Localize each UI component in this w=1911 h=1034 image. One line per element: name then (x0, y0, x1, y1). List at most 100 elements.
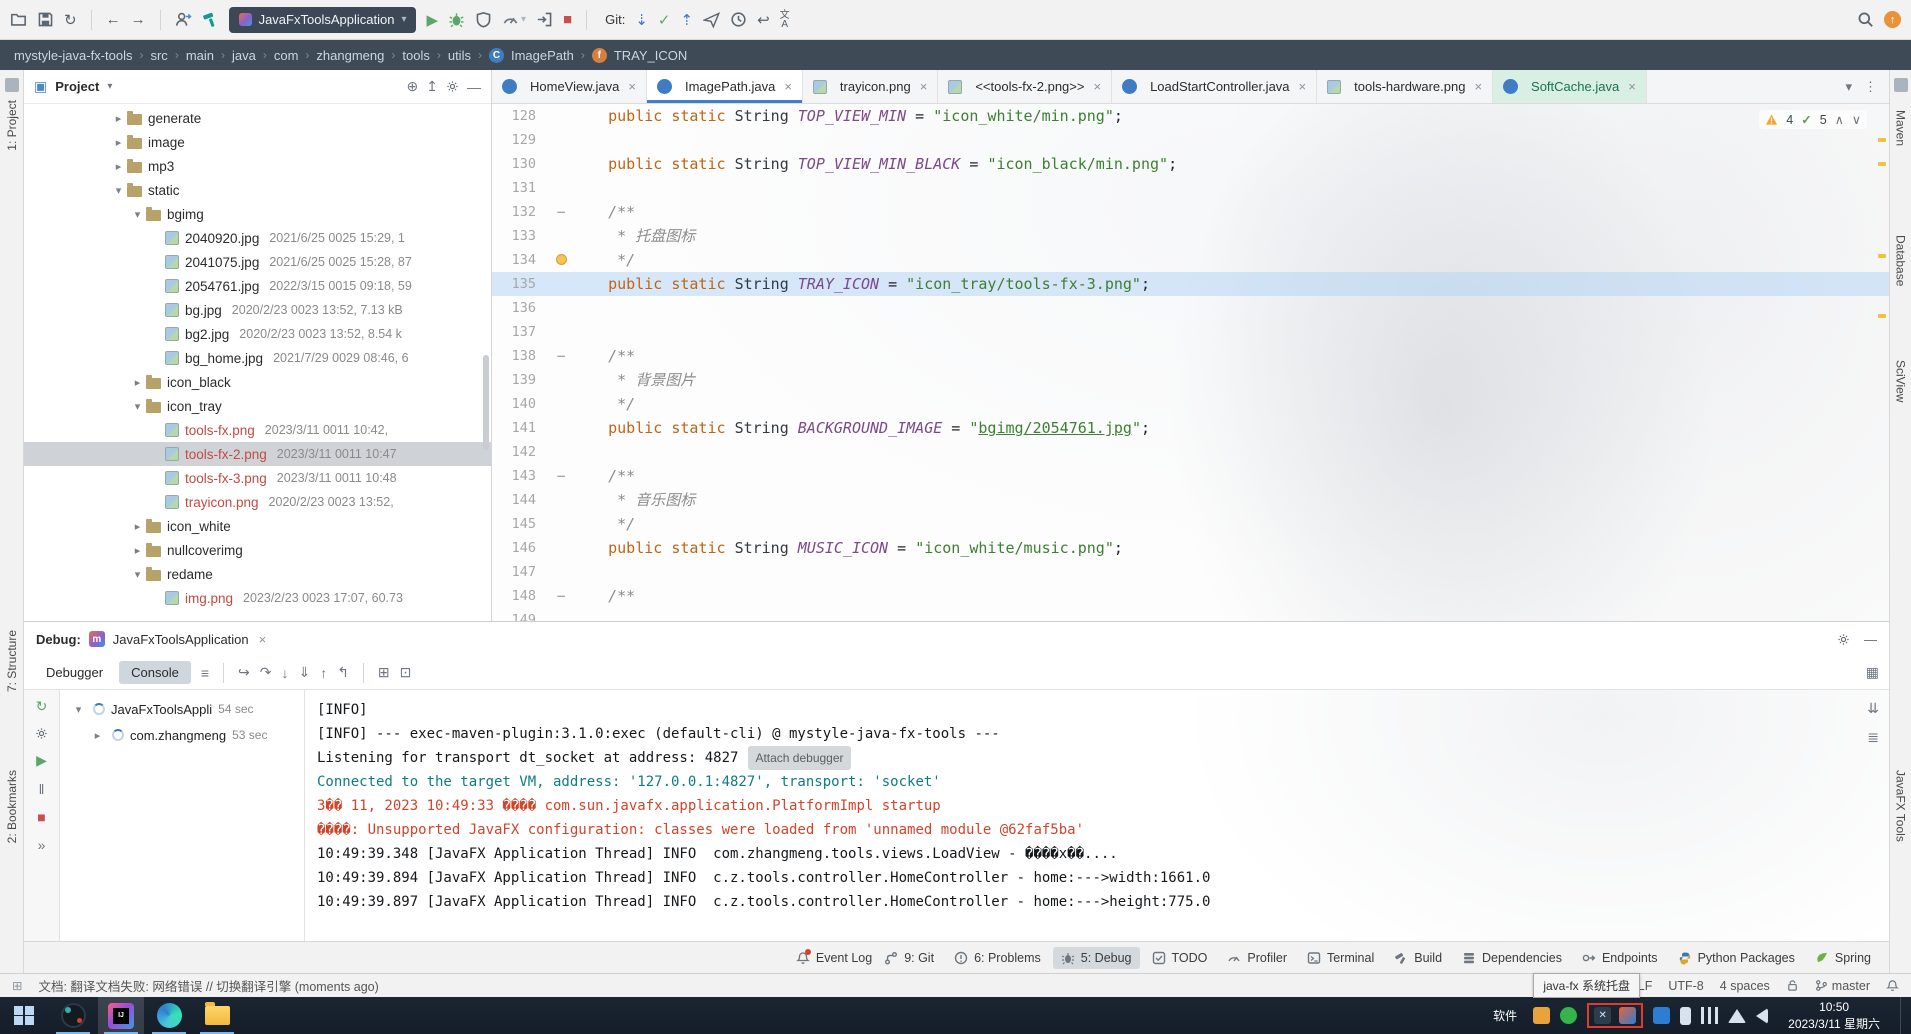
code-line[interactable]: 132− /** (492, 200, 1889, 224)
line-number[interactable]: 140 (492, 392, 550, 416)
more-options-icon[interactable]: ⋮ (1864, 79, 1877, 95)
project-tree-row[interactable]: 2041075.jpg 2021/6/25 0025 15:28, 87 (24, 250, 491, 274)
line-number[interactable]: 147 (492, 560, 550, 584)
view-breakpoints-icon[interactable]: ⊞ (378, 664, 390, 681)
project-tree-row[interactable]: ▸ generate (24, 106, 491, 130)
stripe-button-javafx-tools[interactable]: JavaFX Tools (1894, 770, 1908, 842)
project-tree-row[interactable]: ▸ icon_black (24, 370, 491, 394)
code-line[interactable]: 143− /** (492, 464, 1889, 488)
stop-icon[interactable]: ■ (37, 809, 45, 825)
tray-volume-icon[interactable] (1756, 1008, 1768, 1024)
tree-expand-icon[interactable]: ▸ (110, 160, 127, 173)
stripe-button-maven[interactable]: Maven (1894, 110, 1908, 146)
git-update-icon[interactable]: ⇣ (635, 11, 648, 29)
encoding-widget[interactable]: UTF-8 (1668, 979, 1703, 993)
breadcrumb-item[interactable]: com› (274, 48, 310, 63)
debug-view-tab[interactable]: Console (119, 661, 191, 684)
code-line[interactable]: 149 (492, 608, 1889, 621)
toolwindow-button[interactable]: 9: Git (876, 947, 942, 969)
editor-tab[interactable]: trayicon.png × (803, 70, 938, 103)
share-profile-icon[interactable] (175, 11, 192, 28)
code-line[interactable]: 144 * 音乐图标 (492, 488, 1889, 512)
git-shelve-icon[interactable] (703, 11, 720, 28)
code-line[interactable]: 139 * 背景图片 (492, 368, 1889, 392)
scroll-to-end-icon[interactable]: ≣ (1867, 729, 1879, 746)
code-editor[interactable]: 4 ✓ 5 ∧ ∨ 128 public static String TOP_V… (492, 104, 1889, 621)
toolwindow-button[interactable]: Terminal (1299, 947, 1382, 969)
taskbar-app-explorer[interactable] (194, 997, 240, 1034)
close-icon[interactable]: × (1093, 79, 1101, 94)
line-number[interactable]: 146 (492, 536, 550, 560)
line-number[interactable]: 131 (492, 176, 550, 200)
line-number[interactable]: 145 (492, 512, 550, 536)
tree-expand-icon[interactable]: ▸ (110, 112, 127, 125)
hide-panel-icon[interactable]: — (1864, 632, 1877, 647)
attach-debugger-link[interactable]: Attach debugger (748, 746, 850, 770)
show-desktop-button[interactable] (1900, 997, 1907, 1034)
code-line[interactable]: 145 */ (492, 512, 1889, 536)
close-icon[interactable]: × (920, 79, 928, 94)
tray-app-icon[interactable] (1533, 1007, 1550, 1024)
tray-network-icon[interactable] (1728, 1009, 1746, 1023)
error-stripe-mark[interactable] (1878, 162, 1886, 166)
tree-expand-icon[interactable]: ▾ (129, 400, 146, 413)
code-line[interactable]: 146 public static String MUSIC_ICON = "i… (492, 536, 1889, 560)
fold-marker-icon[interactable]: − (550, 344, 572, 368)
intention-bulb-icon[interactable] (550, 248, 572, 272)
stripe-button-project[interactable]: 1: Project (5, 100, 19, 151)
next-issue-icon[interactable]: ∨ (1852, 112, 1861, 127)
editor-tab[interactable]: tools-hardware.png × (1317, 70, 1493, 103)
save-all-icon[interactable] (37, 11, 54, 28)
project-tree-row[interactable]: bg.jpg 2020/2/23 0023 13:52, 7.13 kB (24, 298, 491, 322)
warning-count[interactable]: 4 (1786, 113, 1793, 127)
toolwindow-button[interactable]: 6: Problems (946, 947, 1049, 969)
project-tree-row[interactable]: tools-fx.png 2023/3/11 0011 10:42, (24, 418, 491, 442)
pause-icon[interactable]: ‖ (39, 781, 45, 797)
locate-file-icon[interactable]: ⊕ (407, 78, 419, 95)
line-number[interactable]: 132 (492, 200, 550, 224)
stop-button[interactable]: ■ (563, 11, 572, 28)
toolwindow-button[interactable]: Endpoints (1574, 947, 1666, 969)
collapse-all-icon[interactable]: ↥ (426, 78, 438, 95)
ide-update-icon[interactable]: ↑ (1884, 11, 1901, 28)
close-icon[interactable]: × (1299, 79, 1307, 94)
toolwindow-button[interactable]: 5: Debug (1053, 947, 1140, 969)
taskbar-app-music[interactable] (50, 997, 96, 1034)
tree-expand-icon[interactable]: ▾ (129, 208, 146, 221)
code-line[interactable]: 131 (492, 176, 1889, 200)
code-line[interactable]: 134 */ (492, 248, 1889, 272)
tray-phone-icon[interactable] (1680, 1007, 1691, 1025)
project-tree-row[interactable]: bg_home.jpg 2021/7/29 0029 08:46, 6 (24, 346, 491, 370)
console-menu-icon[interactable]: ≡ (201, 665, 209, 681)
stripe-button-sciview[interactable]: SciView (1894, 360, 1908, 402)
run-button[interactable]: ▶ (426, 11, 438, 29)
run-configuration-select[interactable]: JavaFxToolsApplication ▾ (229, 7, 417, 33)
project-tree-row[interactable]: tools-fx-2.png 2023/3/11 0011 10:47 (24, 442, 491, 466)
line-number[interactable]: 142 (492, 440, 550, 464)
line-number[interactable]: 134 (492, 248, 550, 272)
editor-tab[interactable]: HomeView.java × (492, 70, 647, 103)
code-line[interactable]: 142 (492, 440, 1889, 464)
step-over-icon[interactable]: ↷ (260, 664, 272, 681)
stripe-button-database[interactable]: Database (1894, 235, 1908, 286)
editor-tab[interactable]: SoftCache.java × (1493, 70, 1647, 103)
line-number[interactable]: 130 (492, 152, 550, 176)
start-button[interactable] (0, 997, 48, 1034)
tree-expand-icon[interactable]: ▾ (110, 184, 127, 197)
code-line[interactable]: 135 public static String TRAY_ICON = "ic… (492, 272, 1889, 296)
line-number[interactable]: 137 (492, 320, 550, 344)
taskbar-clock[interactable]: 10:50 2023/3/11 星期六 (1778, 999, 1890, 1031)
toolwindow-button[interactable]: Profiler (1219, 947, 1295, 969)
code-line[interactable]: 129 (492, 128, 1889, 152)
error-stripe-mark[interactable] (1878, 254, 1886, 258)
tree-expand-icon[interactable]: ▾ (70, 703, 87, 716)
translate-icon[interactable]: 文A (780, 11, 790, 29)
debug-frame-row[interactable]: ▾ JavaFxToolsAppli 54 sec (60, 696, 304, 722)
close-icon[interactable]: × (1474, 79, 1482, 94)
indent-widget[interactable]: 4 spaces (1720, 979, 1770, 993)
line-number[interactable]: 128 (492, 104, 550, 128)
run-to-cursor-icon[interactable]: ↰ (337, 664, 349, 681)
fold-marker-icon[interactable]: − (550, 200, 572, 224)
layout-settings-icon[interactable]: ▦ (1866, 664, 1879, 681)
fold-marker-icon[interactable]: − (550, 464, 572, 488)
